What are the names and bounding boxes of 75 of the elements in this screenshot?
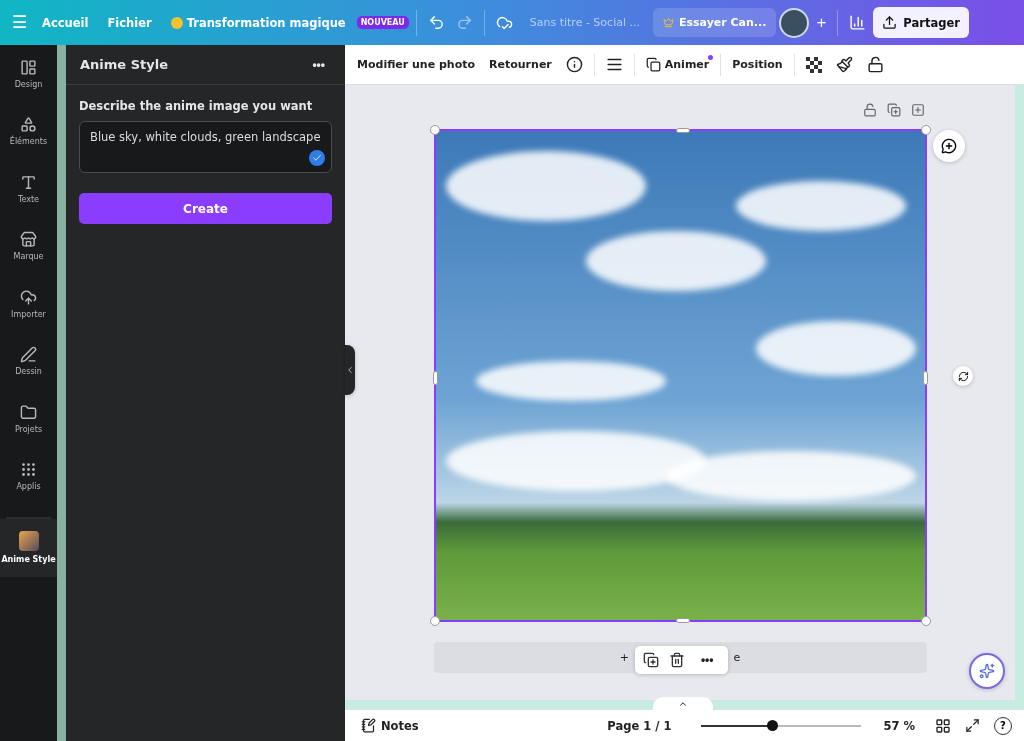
cloud-upload-icon [20,288,37,306]
add-icon[interactable] [910,103,925,117]
sidebar-item[interactable]: Applis [0,447,57,505]
cloud-check-icon [495,14,513,31]
store-icon [20,231,37,249]
lock-icon[interactable] [866,56,884,73]
expand-handle[interactable] [653,697,713,711]
folder-icon [20,403,37,421]
layout-icon [20,58,37,76]
resize-handle[interactable] [432,371,438,385]
comment-plus-icon [941,138,957,154]
prompt-label: Describe the anime image you want [79,99,314,113]
resize-handle[interactable] [675,128,690,133]
delete-icon[interactable] [668,651,685,668]
info-icon[interactable] [565,56,583,73]
animate-button[interactable]: Animer [639,51,716,78]
bar-chart-icon [849,14,867,31]
create-button[interactable]: Create [79,193,332,224]
toolbar-button[interactable]: Retourner [483,52,558,77]
sparkles-icon [979,663,995,679]
redo-icon [455,14,473,31]
add-page-bar[interactable]: + ••• e [433,642,927,673]
sidebar-item[interactable]: Marque [0,217,57,275]
sidebar-item[interactable]: Projets [0,390,57,448]
notes-icon [361,718,376,733]
crown-icon [662,17,674,28]
panel-title: Anime Style [80,57,168,72]
comment-button[interactable] [933,130,965,162]
app-thumbnail [18,531,39,552]
rotate-icon [957,370,969,382]
check-icon [309,150,325,166]
coin-icon [170,16,183,29]
help-button[interactable]: ? [994,716,1012,735]
sidebar-item[interactable]: Texte [0,160,57,218]
sidebar-item[interactable]: Design [0,45,57,103]
avatar[interactable] [779,7,810,38]
grid-dots-icon [20,461,37,479]
sidebar-item[interactable]: Éléments [0,102,57,160]
notification-dot [708,55,714,60]
resize-handle[interactable] [429,616,440,626]
undo-icon [427,14,445,31]
new-badge: NOUVEAU [356,16,409,29]
resize-handle[interactable] [675,618,690,623]
zoom-thumb[interactable] [766,719,778,731]
prompt-field[interactable]: Blue sky, white clouds, green landscape [79,121,332,173]
collapse-handle[interactable] [345,345,355,395]
upload-icon [882,15,898,30]
resize-handle[interactable] [920,125,931,135]
add-button[interactable]: + [812,8,831,37]
sidebar-item[interactable]: Dessin [0,332,57,390]
rotate-button[interactable] [953,366,973,386]
share-button[interactable]: Partager [873,7,969,38]
notes-button[interactable]: Notes [357,716,423,735]
transparency-icon[interactable] [805,56,822,73]
text-icon [20,173,37,191]
add-page-text: e [733,651,741,664]
resize-handle[interactable] [920,616,931,626]
more-button[interactable]: ••• [694,651,720,668]
resize-handle[interactable] [922,371,928,385]
page-indicator[interactable]: Page 1 / 1 [603,716,676,735]
pen-icon [20,346,37,364]
magic-button[interactable] [969,653,1005,689]
duplicate-icon[interactable] [642,651,659,668]
sidebar-item[interactable]: Anime Style [0,519,57,577]
toolbar-button[interactable]: Modifier une photo [351,52,482,77]
sidebar-item[interactable]: Importer [0,275,57,333]
toolbar-button[interactable]: Position [726,52,789,77]
zoom-reading[interactable]: 57 % [879,716,919,735]
resize-handle[interactable] [429,125,440,135]
grid-icon[interactable] [935,717,951,734]
fullscreen-icon[interactable] [965,718,980,733]
line-weight-icon[interactable] [605,56,623,73]
add-page-text: + [619,651,629,664]
more-button[interactable]: ••• [306,56,331,73]
shapes-icon [20,116,37,134]
